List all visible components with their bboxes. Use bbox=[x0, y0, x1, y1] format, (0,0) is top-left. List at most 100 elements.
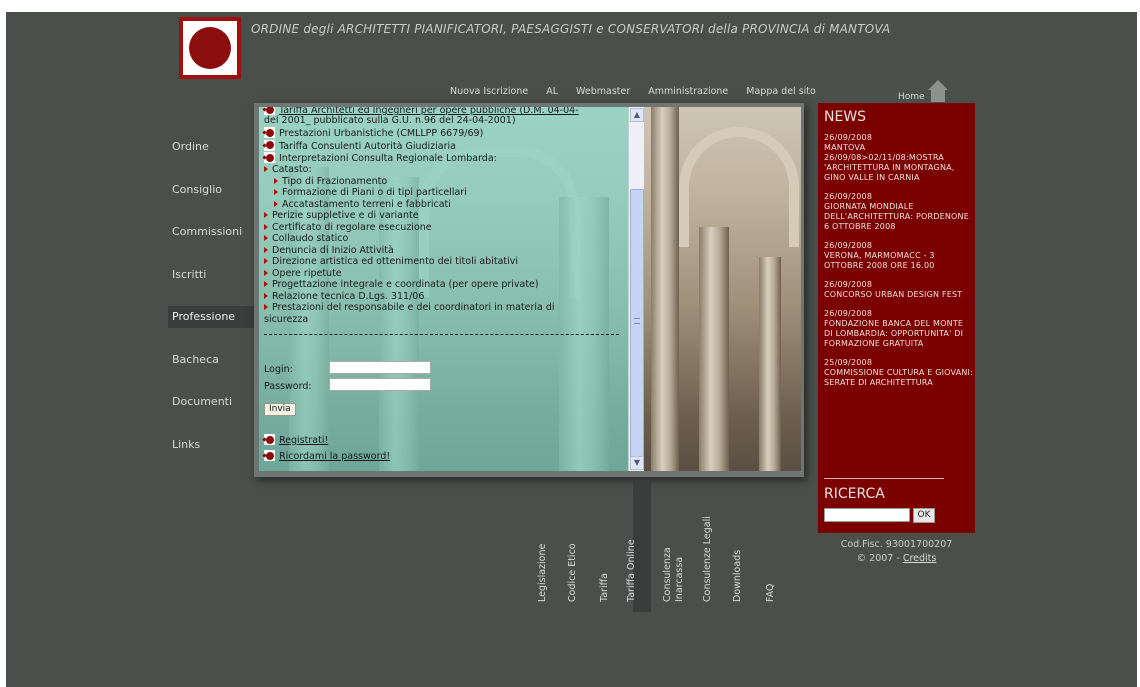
arrow-bullet-icon bbox=[264, 223, 268, 230]
arrow-bullet-icon bbox=[274, 200, 278, 207]
news-item[interactable]: 25/09/2008 COMMISSIONE CULTURA E GIOVANI:… bbox=[824, 358, 974, 388]
footer: Cod.Fisc. 93001700207 © 2007 - Credits bbox=[818, 538, 975, 566]
list-item[interactable]: Direzione artistica ed ottenimento dei t… bbox=[264, 256, 518, 267]
search-input[interactable] bbox=[824, 508, 910, 522]
news-item[interactable]: 26/09/2008 CONCORSO URBAN DESIGN FEST bbox=[824, 280, 974, 300]
codice-fiscale: Cod.Fisc. 93001700207 bbox=[840, 539, 953, 550]
list-item[interactable]: Certificato di regolare esecuzione bbox=[264, 222, 432, 233]
copyright: © 2007 - Credits bbox=[856, 553, 937, 564]
photo-column bbox=[651, 107, 679, 471]
list-item[interactable]: Progettazione integrale e coordinata (pe… bbox=[264, 279, 539, 290]
list-item[interactable]: Relazione tecnica D.Lgs. 311/06 bbox=[264, 291, 424, 302]
left-menu-links[interactable]: Links bbox=[168, 434, 258, 456]
news-list: 26/09/2008 MANTOVA 26/09/08>02/11/08:MOST… bbox=[824, 133, 974, 397]
news-divider bbox=[824, 478, 944, 479]
register-link-row: Registrati! bbox=[264, 434, 328, 446]
tab-downloads[interactable]: Downloads bbox=[732, 482, 765, 612]
list-item[interactable]: Tariffa Consulenti Autorità Giudiziaria bbox=[264, 139, 456, 152]
register-link[interactable]: Registrati! bbox=[279, 435, 328, 446]
photo-column bbox=[759, 257, 781, 471]
submit-button[interactable]: Invia bbox=[264, 403, 296, 416]
home-link[interactable]: Home bbox=[898, 80, 948, 102]
news-panel: NEWS 26/09/2008 MANTOVA 26/09/08>02/11/08… bbox=[818, 103, 975, 533]
left-menu-commissioni[interactable]: Commissioni bbox=[168, 221, 258, 243]
remember-password-row: Ricordami la password! bbox=[264, 450, 390, 462]
scroll-up-icon[interactable]: ▲ bbox=[630, 108, 644, 122]
arrow-bullet-icon bbox=[264, 281, 268, 287]
logo-circle-icon bbox=[189, 27, 231, 69]
top-nav-al[interactable]: AL bbox=[546, 86, 558, 102]
content-panel: Tariffa Architetti ed Ingegneri per oper… bbox=[254, 103, 804, 477]
arrow-bullet-icon bbox=[274, 189, 278, 195]
news-item[interactable]: 26/09/2008 MANTOVA 26/09/08>02/11/08:MOST… bbox=[824, 133, 974, 183]
news-item[interactable]: 26/09/2008 FONDAZIONE BANCA DEL MONTE DI … bbox=[824, 309, 974, 349]
list-item[interactable]: Catasto: bbox=[264, 164, 312, 175]
tab-consulenza-inarcassa[interactable]: Consulenza Inarcassa bbox=[662, 482, 695, 612]
logo-bullet-icon bbox=[264, 139, 275, 151]
top-nav: Nuova Iscrizione AL Webmaster Amministra… bbox=[450, 86, 834, 102]
left-menu-bacheca[interactable]: Bacheca bbox=[168, 349, 258, 371]
list-item[interactable]: Prestazioni del responsabile e dei coord… bbox=[264, 302, 555, 313]
tab-tariffa-online[interactable]: Tariffa Online bbox=[626, 482, 651, 612]
list-item[interactable]: Prestazioni Urbanistiche (CMLLPP 6679/69… bbox=[264, 127, 483, 139]
page: ORDINE degli ARCHITETTI PIANIFICATORI, P… bbox=[6, 12, 1137, 687]
list-item-continuation: sicurezza bbox=[264, 313, 309, 325]
home-icon bbox=[927, 80, 948, 102]
logo-bullet-icon bbox=[264, 152, 275, 163]
list-item[interactable]: Interpretazioni Consulta Regionale Lomba… bbox=[264, 152, 497, 164]
password-input[interactable] bbox=[329, 378, 431, 391]
left-menu-consiglio[interactable]: Consiglio bbox=[168, 179, 258, 201]
list-item[interactable]: Perizie suppletive e di variante bbox=[264, 210, 419, 221]
search-button[interactable]: OK bbox=[913, 508, 935, 523]
logo-bullet-icon bbox=[264, 434, 275, 445]
vertical-tabs: Legislazione Codice Etico Tariffa Tariff… bbox=[537, 482, 800, 612]
tab-consulenze-legali[interactable]: Consulenze Legali bbox=[702, 482, 735, 612]
site-logo[interactable] bbox=[179, 17, 241, 79]
home-label: Home bbox=[898, 92, 925, 102]
sub-list-item[interactable]: Accatastamento terreni e fabbricati bbox=[274, 199, 451, 210]
list-item[interactable]: Denuncia di Inizio Attività bbox=[264, 245, 394, 256]
scrollbar[interactable]: ▲ ▼ bbox=[628, 107, 644, 471]
top-nav-webmaster[interactable]: Webmaster bbox=[576, 86, 630, 102]
arrow-bullet-icon bbox=[274, 177, 278, 184]
scrollable-content[interactable]: Tariffa Architetti ed Ingegneri per oper… bbox=[259, 107, 634, 471]
remember-password-link[interactable]: Ricordami la password! bbox=[279, 451, 390, 462]
top-nav-amministrazione[interactable]: Amministrazione bbox=[648, 86, 728, 102]
top-nav-nuova-iscrizione[interactable]: Nuova Iscrizione bbox=[450, 86, 528, 102]
login-label: Login: bbox=[264, 364, 293, 375]
logo-bullet-icon bbox=[264, 107, 275, 115]
left-menu-professione[interactable]: Professione bbox=[168, 306, 263, 328]
news-title: NEWS bbox=[824, 109, 867, 125]
credits-link[interactable]: Credits bbox=[903, 553, 937, 564]
sub-list-item[interactable]: Tipo di Frazionamento bbox=[274, 176, 387, 187]
divider bbox=[264, 334, 619, 335]
left-menu-documenti[interactable]: Documenti bbox=[168, 391, 258, 413]
list-item[interactable]: Opere ripetute bbox=[264, 268, 342, 279]
arrow-bullet-icon bbox=[264, 258, 268, 264]
tab-faq[interactable]: FAQ bbox=[765, 482, 798, 612]
top-nav-mappa-del-sito[interactable]: Mappa del sito bbox=[746, 86, 816, 102]
logo-bullet-icon bbox=[264, 450, 275, 461]
arrow-bullet-icon bbox=[264, 166, 268, 172]
search-title: RICERCA bbox=[824, 486, 885, 502]
list-item[interactable]: Collaudo statico bbox=[264, 233, 348, 244]
arrow-bullet-icon bbox=[264, 304, 268, 310]
sub-list-item[interactable]: Formazione di Piani o di tipi particella… bbox=[274, 187, 467, 198]
scroll-down-icon[interactable]: ▼ bbox=[630, 456, 644, 470]
photo-arch bbox=[679, 127, 799, 247]
arrow-bullet-icon bbox=[264, 212, 268, 218]
login-input[interactable] bbox=[329, 361, 431, 374]
scroll-thumb[interactable] bbox=[630, 189, 644, 457]
site-title: ORDINE degli ARCHITETTI PIANIFICATORI, P… bbox=[251, 22, 891, 36]
left-menu-iscritti[interactable]: Iscritti bbox=[168, 264, 258, 286]
news-item[interactable]: 26/09/2008 GIORNATA MONDIALE DELL'ARCHITE… bbox=[824, 192, 974, 232]
tab-legislazione[interactable]: Legislazione bbox=[537, 482, 570, 612]
logo-bullet-icon bbox=[264, 127, 275, 138]
content-line: del 2001_ pubblicato sulla G.U. n.96 del… bbox=[264, 115, 516, 126]
grip-icon bbox=[634, 318, 640, 324]
left-menu-ordine[interactable]: Ordine bbox=[168, 136, 258, 158]
arrow-bullet-icon bbox=[264, 292, 268, 299]
password-label: Password: bbox=[264, 381, 312, 392]
news-item[interactable]: 26/09/2008 VERONA, MARMOMACC - 3 OTTOBRE … bbox=[824, 241, 974, 271]
tab-codice-etico[interactable]: Codice Etico bbox=[567, 482, 600, 612]
